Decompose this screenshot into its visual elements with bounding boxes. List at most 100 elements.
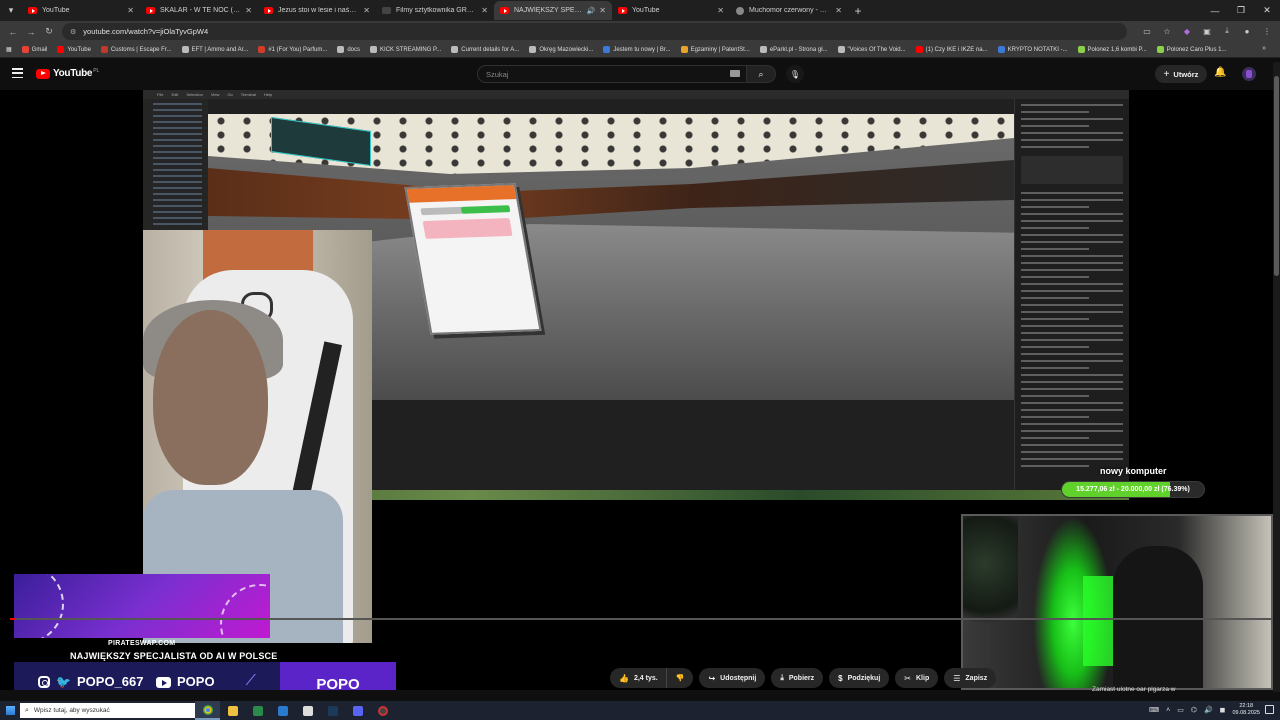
search-button[interactable]: ⌕ — [746, 65, 776, 83]
bookmark-item[interactable]: Gmail — [21, 46, 47, 53]
app-tray-icon[interactable]: ◼ — [1220, 706, 1226, 714]
youtube-channel-icon — [156, 677, 171, 688]
browser-tab[interactable]: YouTube ✕ — [22, 1, 140, 20]
avatar[interactable] — [1242, 67, 1256, 81]
download-button[interactable]: ⤓ Pobierz — [771, 668, 824, 688]
tab-close-icon[interactable]: ✕ — [363, 6, 370, 15]
close-window-icon[interactable]: ✕ — [1254, 0, 1280, 21]
youtube-logo[interactable]: YouTube PL — [36, 68, 99, 79]
maximize-icon[interactable]: ❐ — [1228, 0, 1254, 21]
forward-icon[interactable]: → — [22, 27, 40, 37]
bookmark-item[interactable]: Jestem tu nowy | Br... — [603, 46, 671, 53]
browser-tab[interactable]: SKALAR - W TE NOC ( HIT Disc ✕ — [140, 1, 258, 20]
bookmark-item[interactable]: EFT | Ammo and Ar... — [181, 46, 248, 53]
taskbar-app-vscode[interactable] — [270, 701, 295, 720]
donation-goal-text: 15.277,06 zł - 20.000,00 zł (76.39%) — [1076, 486, 1190, 493]
apps-icon[interactable]: ▦ — [6, 46, 12, 53]
browser-tab-strip: ▾ YouTube✕SKALAR - W TE NOC ( HIT Disc✕J… — [0, 0, 1280, 21]
video-progress-bar[interactable] — [10, 618, 1273, 620]
extension-icon[interactable]: ◆ — [1180, 23, 1194, 39]
voice-search-button[interactable]: 🎙 — [786, 65, 804, 83]
volume-icon[interactable]: 🔊 — [1204, 706, 1213, 714]
start-button[interactable] — [0, 701, 20, 720]
tab-search-icon[interactable]: ▾ — [0, 0, 22, 21]
taskbar-clock[interactable]: 22:18 09.08.2025 — [1232, 703, 1260, 717]
kick-icon: ⁄ — [250, 672, 253, 689]
bookmark-item[interactable]: YouTube — [57, 46, 91, 53]
keyboard-icon[interactable] — [730, 70, 740, 77]
browser-tab[interactable]: YouTube ✕ — [612, 1, 730, 20]
tab-close-icon[interactable]: ✕ — [481, 6, 488, 15]
save-button[interactable]: ☰ Zapisz — [944, 668, 997, 688]
notifications-bell-icon[interactable]: 🔔 — [1214, 67, 1226, 78]
tray-expand-icon[interactable]: ˄ — [1166, 707, 1170, 714]
tab-close-icon[interactable]: ✕ — [835, 6, 842, 15]
bookmark-item[interactable]: Egzaminy | PatentSt... — [680, 46, 750, 53]
bookmark-item[interactable]: Okręg Mazowiecki... — [529, 46, 593, 53]
browser-tab[interactable]: NAJWIĘKSZY SPECJALISTA🔊✕ — [494, 1, 612, 20]
like-button[interactable]: 👍 2,4 tys. — [610, 668, 666, 688]
thumbs-up-icon: 👍 — [619, 673, 629, 683]
notification-icon[interactable] — [1265, 705, 1274, 714]
bookmark-item[interactable]: KRYPTO NOTATKI -... — [997, 46, 1068, 53]
site-info-icon[interactable]: ⚙ — [70, 28, 76, 36]
extensions-puzzle-icon[interactable]: ▣ — [1200, 23, 1214, 39]
taskbar-search-input[interactable]: ⌕ Wpisz tutaj, aby wyszukać — [20, 703, 195, 718]
network-icon[interactable]: ⌬ — [1191, 706, 1197, 714]
bookmarks-more-icon[interactable]: » — [1262, 45, 1266, 52]
taskbar-chrome[interactable] — [195, 701, 220, 720]
taskbar-app-discord[interactable] — [345, 701, 370, 720]
bookmark-item[interactable]: Customs | Escape Fr... — [100, 46, 172, 53]
twitter-icon: 🐦 — [56, 675, 71, 689]
bookmark-item[interactable]: KICK STREAMING P... — [370, 46, 441, 53]
create-button[interactable]: + Utwórz — [1155, 65, 1207, 83]
page-scrollbar[interactable] — [1273, 62, 1280, 692]
address-bar-row: ← → ↻ ⚙ youtube.com/watch?v=jiOlaTyvGpW4… — [0, 21, 1280, 42]
tab-close-icon[interactable]: ✕ — [245, 6, 252, 15]
search-input[interactable]: Szukaj — [477, 65, 747, 83]
battery-icon[interactable]: ▭ — [1177, 706, 1184, 714]
cast-icon[interactable]: ▭ — [1140, 23, 1154, 39]
back-icon[interactable]: ← — [4, 27, 22, 37]
taskbar-app-excel[interactable] — [245, 701, 270, 720]
profile-icon[interactable]: ● — [1240, 23, 1254, 39]
browser-menu-icon[interactable]: ⋮ — [1260, 23, 1274, 39]
thanks-button[interactable]: $ Podziękuj — [829, 668, 890, 688]
reload-icon[interactable]: ↻ — [40, 26, 58, 37]
taskbar-app-obs[interactable] — [370, 701, 395, 720]
video-player[interactable]: File Edit Selection View Go Terminal Help — [0, 90, 1273, 690]
taskbar-file-explorer[interactable] — [220, 701, 245, 720]
recommendation-snippet[interactable]: Zamiast ulotne oar plgarza w — [1092, 686, 1175, 693]
bookmark-item[interactable]: Polonez Caro Plus 1... — [1156, 46, 1227, 53]
browser-tab[interactable]: Muchomor czerwony - Szukaj z✕ — [730, 1, 848, 20]
url-field[interactable]: ⚙ youtube.com/watch?v=jiOlaTyvGpW4 — [62, 23, 1127, 40]
bookmark-item[interactable]: Current details for A... — [451, 46, 519, 53]
bookmark-item[interactable]: #1 (For You) Parfum... — [258, 46, 327, 53]
dislike-button[interactable]: 👎 — [665, 668, 694, 688]
tab-close-icon[interactable]: ✕ — [717, 6, 724, 15]
download-icon[interactable]: ⤓ — [1220, 23, 1234, 39]
google-icon — [736, 6, 744, 15]
browser-tab[interactable]: Filmy sztytkownika GRZESIU.PL ✕ — [376, 1, 494, 20]
tab-label: Jezus stoi w lesie i naśmiewa si — [278, 7, 359, 14]
bookmark-item[interactable]: "Voices Of The Void... — [837, 46, 906, 53]
taskbar-app-steam[interactable] — [320, 701, 345, 720]
new-tab-button[interactable]: + — [848, 4, 868, 18]
menu-icon[interactable] — [12, 68, 23, 78]
bookmark-favicon-icon — [529, 46, 537, 53]
taskbar-app-unity[interactable] — [295, 701, 320, 720]
bookmark-item[interactable]: docs — [337, 46, 360, 53]
bookmark-item[interactable]: Polonez 1,6 kombi P... — [1077, 46, 1147, 53]
bookmark-item[interactable]: (1) Czy IKE i IKZE na... — [915, 46, 988, 53]
tab-label: Filmy sztytkownika GRZESIU.PL — [396, 7, 477, 14]
bookmark-item[interactable]: eParkl.pl - Strona gł... — [759, 46, 828, 53]
keyboard-tray-icon[interactable]: ⌨ — [1149, 706, 1159, 714]
minimize-icon[interactable]: — — [1202, 0, 1228, 21]
bookmark-star-icon[interactable]: ☆ — [1160, 23, 1174, 39]
tab-close-icon[interactable]: ✕ — [599, 6, 606, 15]
tab-audio-icon[interactable]: 🔊 — [587, 7, 596, 15]
browser-tab[interactable]: Jezus stoi w lesie i naśmiewa si ✕ — [258, 1, 376, 20]
tab-close-icon[interactable]: ✕ — [127, 6, 134, 15]
share-button[interactable]: ↪ Udostępnij — [699, 668, 766, 688]
clip-button[interactable]: ✂ Klip — [895, 668, 939, 688]
